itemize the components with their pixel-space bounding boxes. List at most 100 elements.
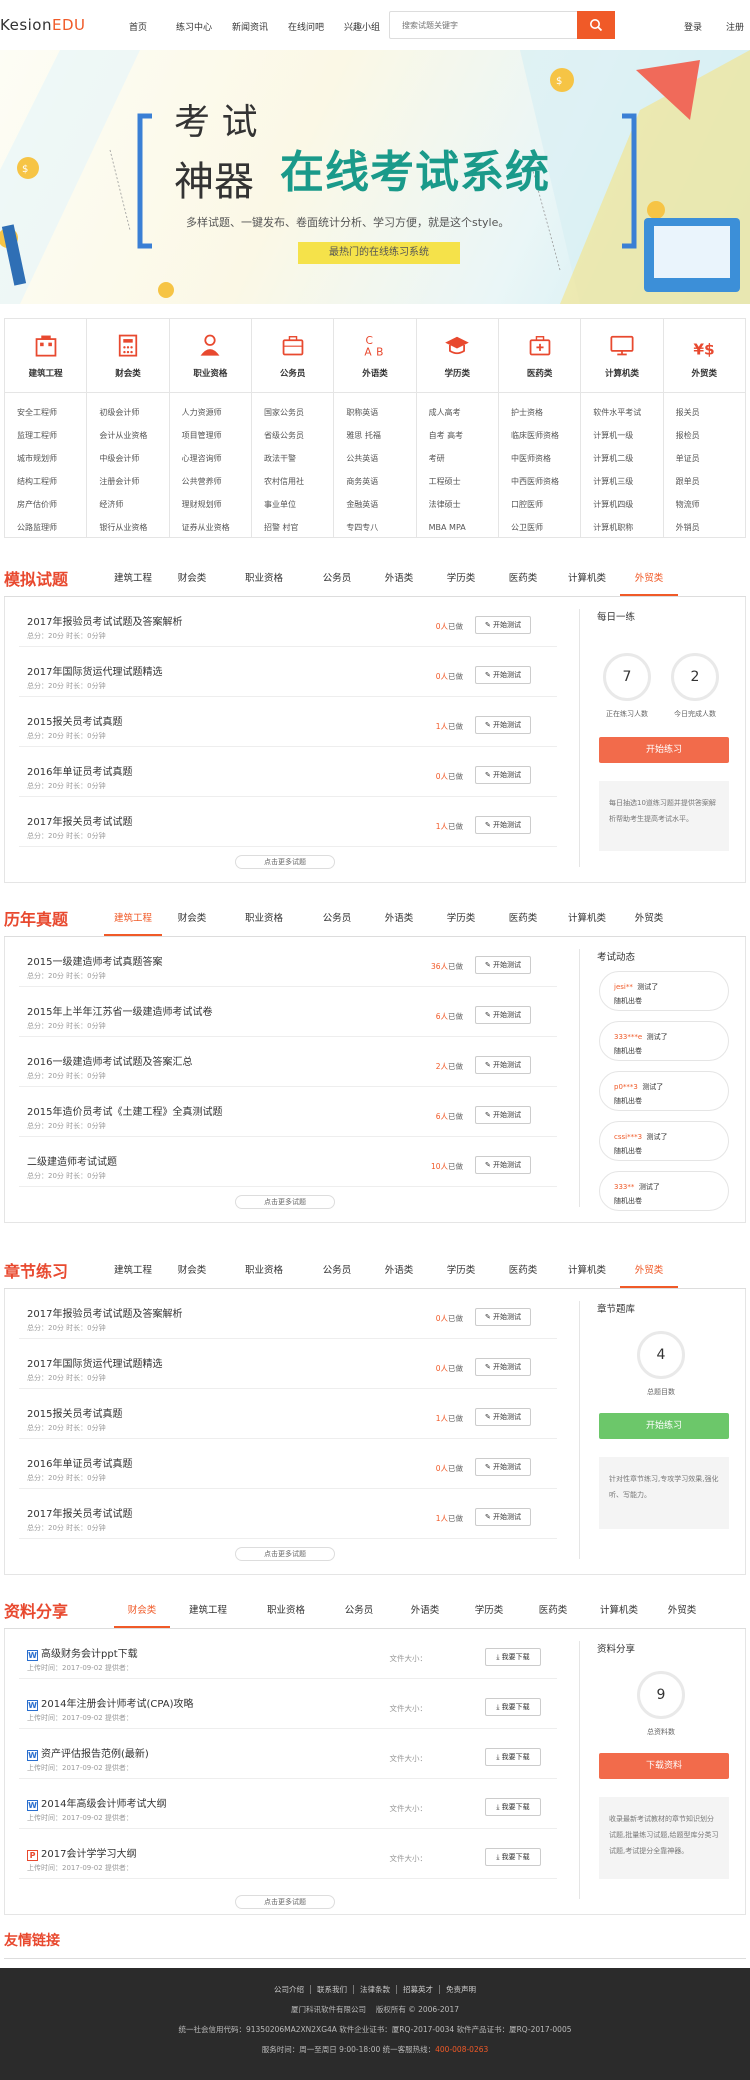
tab[interactable]: 外语类 (368, 570, 430, 596)
category-link[interactable]: 跟单员 (676, 470, 745, 493)
category-link[interactable]: 银行从业资格 (99, 516, 168, 539)
category-link[interactable]: 省级公务员 (264, 424, 333, 447)
start-practice-button[interactable]: 开始练习 (599, 1413, 729, 1439)
start-test-button[interactable]: ✎ 开始测试 (475, 666, 531, 684)
tab[interactable]: 公务员 (306, 910, 368, 936)
category-link[interactable]: 计算机职称 (593, 516, 662, 539)
tab[interactable]: 职业资格 (222, 570, 306, 596)
nav-item-home[interactable]: 首页 (110, 20, 166, 33)
exam-title[interactable]: 2017年国际货运代理试题精选 (27, 1355, 162, 1370)
download-button[interactable]: ⤓ 我要下载 (485, 1798, 541, 1816)
footer-link-about[interactable]: 公司介绍 (268, 1985, 311, 1994)
category-link[interactable]: 商务英语 (346, 470, 415, 493)
exam-title[interactable]: 2017年报验员考试试题及答案解析 (27, 613, 182, 628)
category-link[interactable]: 金融英语 (346, 493, 415, 516)
tab[interactable]: 计算机类 (554, 1262, 620, 1288)
start-test-button[interactable]: ✎ 开始测试 (475, 1156, 531, 1174)
tab[interactable]: 建筑工程 (104, 910, 162, 936)
resource-title-row[interactable]: W 2014年高级会计师考试大纲 (27, 1795, 166, 1811)
tab[interactable]: 公务员 (306, 570, 368, 596)
start-test-button[interactable]: ✎ 开始测试 (475, 1458, 531, 1476)
category-link[interactable]: 报关员 (676, 401, 745, 424)
hero-banner[interactable]: $ $ 考 试 神器 在线考试系统 多样试题、一键发布、卷面统计分析、学习方便，… (0, 50, 750, 304)
nav-item-practice[interactable]: 练习中心 (166, 20, 222, 33)
category-link[interactable]: 计算机四级 (593, 493, 662, 516)
exam-title[interactable]: 2017年报关员考试试题 (27, 813, 132, 828)
start-test-button[interactable]: ✎ 开始测试 (475, 1408, 531, 1426)
category-link[interactable]: 公路监理师 (17, 516, 86, 539)
tab[interactable]: 公务员 (326, 1602, 392, 1628)
tab[interactable]: 外贸类 (652, 1602, 712, 1628)
exam-title[interactable]: 2016年单证员考试真题 (27, 1455, 132, 1470)
activity-item[interactable]: 333***e 测试了 随机出卷 (599, 1021, 729, 1061)
start-test-button[interactable]: ✎ 开始测试 (475, 956, 531, 974)
tab[interactable]: 医药类 (492, 910, 554, 936)
tab[interactable]: 学历类 (430, 570, 492, 596)
category-link[interactable]: 公卫医师 (511, 516, 580, 539)
category-link[interactable]: 结构工程师 (17, 470, 86, 493)
download-button[interactable]: ⤓ 我要下载 (485, 1848, 541, 1866)
category-link[interactable]: 证券从业资格 (182, 516, 251, 539)
nav-item-news[interactable]: 新闻资讯 (222, 20, 278, 33)
exam-title[interactable]: 2015一级建造师考试真题答案 (27, 953, 162, 968)
start-practice-button[interactable]: 开始练习 (599, 737, 729, 763)
category-link[interactable]: 心理咨询师 (182, 447, 251, 470)
footer-hotline[interactable]: 400-008-0263 (435, 2045, 488, 2054)
category-link[interactable]: 专四专八 (346, 516, 415, 539)
category-link[interactable]: MBA MPA (429, 516, 498, 539)
category-link[interactable]: 雅思 托福 (346, 424, 415, 447)
tab[interactable]: 外贸类 (620, 910, 678, 936)
tab[interactable]: 学历类 (430, 910, 492, 936)
tab[interactable]: 财会类 (162, 1262, 222, 1288)
tab[interactable]: 学历类 (430, 1262, 492, 1288)
category-link[interactable]: 经济师 (99, 493, 168, 516)
more-button[interactable]: 点击更多试题 (235, 1195, 335, 1209)
tab[interactable]: 职业资格 (246, 1602, 326, 1628)
activity-item[interactable]: cssi***3 测试了 随机出卷 (599, 1121, 729, 1161)
tab[interactable]: 外贸类 (620, 570, 678, 596)
register-link[interactable]: 注册 (726, 20, 744, 33)
category-link[interactable]: 口腔医师 (511, 493, 580, 516)
exam-title[interactable]: 2015报关员考试真题 (27, 1405, 122, 1420)
category-link[interactable]: 计算机三级 (593, 470, 662, 493)
category-link[interactable]: 计算机二级 (593, 447, 662, 470)
category-link[interactable]: 临床医师资格 (511, 424, 580, 447)
category-link[interactable]: 城市规划师 (17, 447, 86, 470)
download-button[interactable]: ⤓ 我要下载 (485, 1648, 541, 1666)
category-link[interactable]: 招警 村官 (264, 516, 333, 539)
tab[interactable]: 医药类 (492, 1262, 554, 1288)
start-test-button[interactable]: ✎ 开始测试 (475, 1358, 531, 1376)
category-link[interactable]: 政法干警 (264, 447, 333, 470)
site-logo[interactable]: KesionEDU (0, 16, 86, 34)
category-header[interactable]: 医药类 (498, 319, 581, 393)
tab[interactable]: 公务员 (306, 1262, 368, 1288)
nav-item-ask[interactable]: 在线问吧 (278, 20, 334, 33)
footer-link-contact[interactable]: 联系我们 (311, 1985, 354, 1994)
download-button[interactable]: ⤓ 我要下载 (485, 1748, 541, 1766)
download-button[interactable]: ⤓ 我要下载 (485, 1698, 541, 1716)
start-test-button[interactable]: ✎ 开始测试 (475, 1106, 531, 1124)
category-link[interactable]: 农村信用社 (264, 470, 333, 493)
category-link[interactable]: 国家公务员 (264, 401, 333, 424)
category-link[interactable]: 职称英语 (346, 401, 415, 424)
category-link[interactable]: 中西医师资格 (511, 470, 580, 493)
resource-title-row[interactable]: W 高级财务会计ppt下载 (27, 1645, 138, 1661)
exam-title[interactable]: 2017年国际货运代理试题精选 (27, 663, 162, 678)
category-link[interactable]: 法律硕士 (429, 493, 498, 516)
category-link[interactable]: 物流师 (676, 493, 745, 516)
resource-title-row[interactable]: W 资产评估报告范例(最新) (27, 1745, 149, 1761)
category-link[interactable]: 公共英语 (346, 447, 415, 470)
category-header[interactable]: 学历类 (416, 319, 498, 393)
category-link[interactable]: 项目管理师 (182, 424, 251, 447)
category-link[interactable]: 初级会计师 (99, 401, 168, 424)
start-test-button[interactable]: ✎ 开始测试 (475, 616, 531, 634)
category-link[interactable]: 外销员 (676, 516, 745, 539)
category-link[interactable]: 自考 高考 (429, 424, 498, 447)
category-link[interactable]: 理财规划师 (182, 493, 251, 516)
category-link[interactable]: 软件水平考试 (593, 401, 662, 424)
resource-title-row[interactable]: W 2014年注册会计师考试(CPA)攻略 (27, 1695, 193, 1711)
tab[interactable]: 外语类 (368, 910, 430, 936)
tab[interactable]: 医药类 (520, 1602, 586, 1628)
activity-item[interactable]: 333** 测试了 随机出卷 (599, 1171, 729, 1211)
category-header[interactable]: C A B 外语类 (334, 319, 416, 393)
